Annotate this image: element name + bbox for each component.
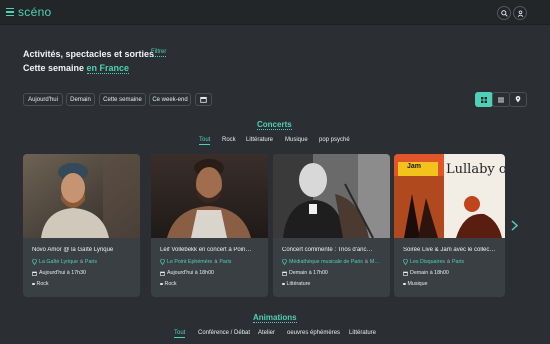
map-pin-icon <box>515 96 521 103</box>
venue-city: Paris <box>84 259 97 265</box>
event-date-text: Aujourd'hui à 18h00 <box>167 270 214 276</box>
event-card[interactable]: Concert commenté : Trios d'anc… Médiathè… <box>273 154 390 297</box>
event-card[interactable]: Leif Vollebekk en concert à Poin… Le Poi… <box>151 154 268 297</box>
period-label: Cette semaine <box>23 63 85 73</box>
grid-icon <box>481 96 487 103</box>
venue-name: Les Disquaires <box>410 259 446 265</box>
event-title[interactable]: Novo Amor @ la Gaîté Lyrique <box>32 247 135 253</box>
top-bar: scéno <box>0 0 550 25</box>
tab-concerts-pop-psyche[interactable]: pop psyché <box>319 137 350 143</box>
venue-city: M… <box>369 259 380 265</box>
event-genre-text: Rock <box>36 281 49 287</box>
filter-link[interactable]: Filtrer <box>151 49 167 57</box>
tab-animations-conference[interactable]: Conférence / Débat <box>198 330 250 336</box>
search-icon <box>500 9 508 17</box>
map-view-button[interactable] <box>509 92 527 107</box>
search-button[interactable] <box>497 6 511 20</box>
tab-animations-atelier[interactable]: Atelier <box>258 330 275 336</box>
user-button[interactable] <box>513 6 527 20</box>
map-pin-icon <box>160 259 165 265</box>
event-genre: Musique <box>403 281 505 287</box>
hero-title: Activités, spectacles et sorties <box>23 49 155 59</box>
event-image <box>151 154 268 238</box>
event-date: Demain à 18h00 <box>403 270 505 276</box>
overlay-lullaby-text: Lullaby of D <box>446 162 505 177</box>
bullet-icon <box>282 282 285 286</box>
event-date: Aujourd'hui à 18h00 <box>160 270 263 276</box>
tab-concerts-litterature[interactable]: Littérature <box>246 137 273 143</box>
location-selector[interactable]: en France <box>86 63 130 74</box>
event-card[interactable]: Novo Amor @ la Gaîté Lyrique La Gaîté Ly… <box>23 154 140 297</box>
venue-city: Paris <box>452 259 465 265</box>
bullet-icon <box>160 282 163 286</box>
calendar-icon <box>32 271 37 276</box>
venue-name: Médiathèque musicale de Paris <box>289 259 363 265</box>
calendar-button[interactable] <box>195 93 212 106</box>
calendar-icon <box>403 271 408 276</box>
event-date: Demain à 17h00 <box>282 270 385 276</box>
event-genre-text: Littérature <box>286 281 311 287</box>
event-date-text: Demain à 17h00 <box>289 270 328 276</box>
tab-concerts-rock[interactable]: Rock <box>222 137 236 143</box>
event-genre: Rock <box>32 281 135 287</box>
event-venue[interactable]: Médiathèque musicale de Paris à M… <box>282 259 385 265</box>
calendar-icon <box>282 271 287 276</box>
event-image <box>23 154 140 238</box>
event-date: Aujourd'hui à 17h30 <box>32 270 135 276</box>
section-title-concerts: Concerts <box>257 120 292 130</box>
event-venue[interactable]: La Gaîté Lyrique à Paris <box>32 259 135 265</box>
chip-weekend[interactable]: Ce week-end <box>149 93 191 106</box>
event-genre-text: Musique <box>407 281 428 287</box>
carousel-next-button[interactable] <box>511 220 519 234</box>
app-logo[interactable]: scéno <box>18 5 52 19</box>
event-genre-text: Rock <box>164 281 177 287</box>
event-date-text: Demain à 18h00 <box>410 270 449 276</box>
calendar-icon <box>160 271 165 276</box>
event-genre: Littérature <box>282 281 385 287</box>
overlay-jam-text: Jam <box>407 163 422 170</box>
chip-this-week[interactable]: Cette semaine <box>99 93 146 106</box>
calendar-icon <box>200 96 207 103</box>
tab-animations-all[interactable]: Tout <box>174 330 186 338</box>
event-card[interactable]: Jam Lullaby of D Soirée Live & Jam avec … <box>394 154 505 297</box>
section-title-animations: Animations <box>253 313 297 323</box>
tab-animations-oeuvres[interactable]: oeuvres éphémères <box>287 330 340 336</box>
map-pin-icon <box>403 259 408 265</box>
venue-name: Le Point Ephémère <box>167 259 213 265</box>
chip-today[interactable]: Aujourd'hui <box>23 93 63 106</box>
event-genre: Rock <box>160 281 263 287</box>
tab-concerts-musique[interactable]: Musique <box>285 137 308 143</box>
venue-name: La Gaîté Lyrique <box>39 259 78 265</box>
event-image <box>273 154 390 238</box>
chip-tomorrow[interactable]: Demain <box>66 93 95 106</box>
bullet-icon <box>403 282 406 286</box>
grid-view-button[interactable] <box>475 92 493 107</box>
event-date-text: Aujourd'hui à 17h30 <box>39 270 86 276</box>
event-title[interactable]: Concert commenté : Trios d'anc… <box>282 247 385 253</box>
event-title[interactable]: Leif Vollebekk en concert à Poin… <box>160 247 263 253</box>
venue-city: Paris <box>219 259 232 265</box>
map-pin-icon <box>32 259 37 265</box>
event-venue[interactable]: Le Point Ephémère à Paris <box>160 259 263 265</box>
hero-subtitle: Cette semaine en France <box>23 63 130 74</box>
tab-animations-litterature[interactable]: Littérature <box>349 330 376 336</box>
chevron-right-icon <box>511 220 519 231</box>
user-icon <box>517 9 523 17</box>
event-venue[interactable]: Les Disquaires à Paris <box>403 259 505 265</box>
list-icon <box>498 97 504 102</box>
list-view-button[interactable] <box>492 92 510 107</box>
map-pin-icon <box>282 259 287 265</box>
event-title[interactable]: Soirée Live & Jam avec le collec… <box>403 247 500 253</box>
menu-icon[interactable] <box>6 8 14 17</box>
tab-concerts-all[interactable]: Tout <box>199 137 211 145</box>
bullet-icon <box>32 282 35 286</box>
